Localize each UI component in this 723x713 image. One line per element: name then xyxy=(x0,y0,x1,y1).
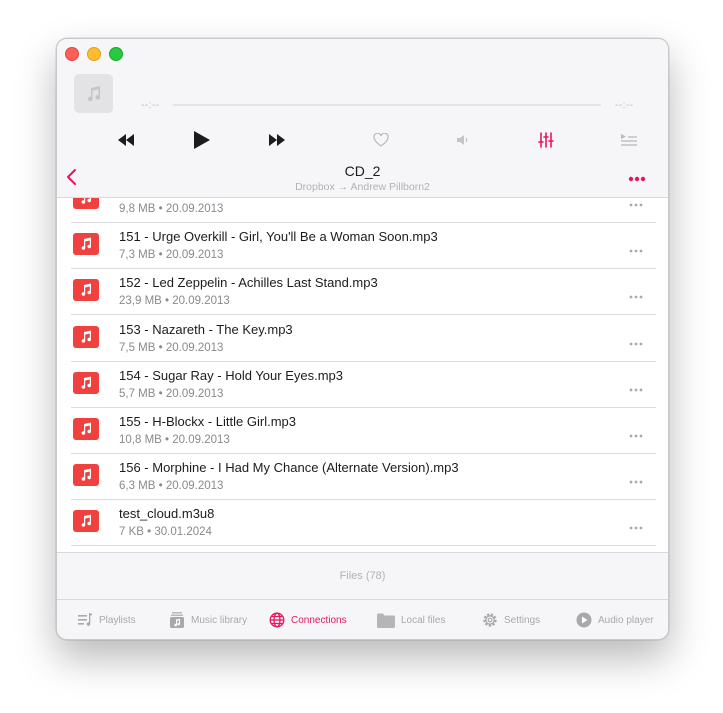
file-row[interactable]: 156 - Morphine - I Had My Chance (Altern… xyxy=(71,453,656,501)
ellipsis-icon xyxy=(629,295,643,299)
player-header: --:-- --:-- CD_2 Dropbox → Andrew Pillbo… xyxy=(57,39,668,198)
file-row[interactable]: 154 - Sugar Ray - Hold Your Eyes.mp3 5,7 … xyxy=(71,361,656,408)
file-name: 152 - Led Zeppelin - Achilles Last Stand… xyxy=(119,275,378,291)
globe-icon xyxy=(269,612,285,628)
folder-title: CD_2 xyxy=(344,163,381,179)
tab-local-files[interactable]: Local files xyxy=(377,611,445,629)
file-more-button[interactable] xyxy=(628,198,644,207)
file-meta: 5,7 MB • 20.09.2013 xyxy=(119,387,224,400)
file-name: test_cloud.m3u8 xyxy=(119,506,215,522)
queue-button[interactable] xyxy=(618,130,638,150)
tab-label: Audio player xyxy=(598,614,654,626)
ellipsis-icon xyxy=(628,176,646,182)
file-name: 155 - H-Blockx - Little Girl.mp3 xyxy=(119,414,296,429)
ellipsis-icon xyxy=(629,434,643,438)
ellipsis-icon xyxy=(629,249,643,253)
time-elapsed: --:-- xyxy=(141,100,160,111)
tab-music-library[interactable]: Music library xyxy=(169,611,247,629)
rewind-icon xyxy=(118,134,134,146)
favorite-button[interactable] xyxy=(372,130,390,150)
file-row[interactable]: 150 - MC Hammer - U Can't Touch This.mp3… xyxy=(71,198,656,223)
tab-label: Connections xyxy=(291,614,347,626)
file-meta: 9,8 MB • 20.09.2013 xyxy=(119,203,224,215)
ellipsis-icon xyxy=(629,388,643,392)
audio-file-icon xyxy=(73,279,99,302)
audio-file-icon xyxy=(73,418,99,440)
tab-label: Music library xyxy=(191,614,248,626)
ellipsis-icon xyxy=(629,342,643,345)
tab-connections[interactable]: Connections xyxy=(269,611,347,629)
file-meta: 7 KB • 30.01.2024 xyxy=(119,526,212,539)
audio-file-icon xyxy=(73,233,99,256)
file-name: 154 - Sugar Ray - Hold Your Eyes.mp3 xyxy=(119,367,344,383)
file-row[interactable]: 151 - Urge Overkill - Girl, You'll Be a … xyxy=(71,222,656,270)
file-meta: 6,3 MB • 20.09.2013 xyxy=(119,480,224,493)
gear-icon xyxy=(482,612,498,628)
files-count-bar: Files (78) xyxy=(57,552,668,600)
file-row[interactable]: 155 - H-Blockx - Little Girl.mp3 10,8 MB … xyxy=(71,407,656,454)
equalizer-button[interactable] xyxy=(536,130,556,150)
file-meta: 7,3 MB • 20.09.2013 xyxy=(119,249,224,262)
play-circle-icon xyxy=(576,612,592,628)
more-options-button[interactable] xyxy=(627,171,647,182)
music-note-icon xyxy=(87,85,100,101)
play-icon xyxy=(194,131,210,149)
file-more-button[interactable] xyxy=(628,334,644,345)
equalizer-icon xyxy=(538,132,554,148)
ellipsis-icon xyxy=(629,203,643,207)
file-meta: 7,5 MB • 20.09.2013 xyxy=(119,341,224,354)
file-more-button[interactable] xyxy=(628,426,644,438)
queue-list-icon xyxy=(620,134,637,146)
tab-playlists[interactable]: Playlists xyxy=(77,611,136,629)
ellipsis-icon xyxy=(629,526,643,530)
rewind-button[interactable] xyxy=(117,130,135,150)
audio-file-icon xyxy=(73,198,99,209)
file-meta: 10,8 MB • 20.09.2013 xyxy=(119,434,230,446)
close-window-button[interactable] xyxy=(65,47,79,61)
playlists-icon xyxy=(77,612,93,628)
file-meta: 23,9 MB • 20.09.2013 xyxy=(119,295,230,308)
file-name: 151 - Urge Overkill - Girl, You'll Be a … xyxy=(119,229,438,245)
file-row[interactable]: test_cloud.m3u8 7 KB • 30.01.2024 xyxy=(71,499,656,547)
tab-audio-player[interactable]: Audio player xyxy=(576,611,654,629)
tab-label: Playlists xyxy=(99,614,136,626)
folder-icon xyxy=(377,613,395,628)
audio-file-icon xyxy=(73,464,99,487)
file-more-button[interactable] xyxy=(628,287,644,299)
minimize-window-button[interactable] xyxy=(87,47,101,61)
tab-bar: Playlists Music library Connections Local f… xyxy=(57,600,668,639)
play-button[interactable] xyxy=(193,130,211,150)
audio-file-icon xyxy=(73,371,99,394)
fast-forward-button[interactable] xyxy=(268,130,286,150)
ellipsis-icon xyxy=(629,480,643,484)
file-name: 156 - Morphine - I Had My Chance (Altern… xyxy=(119,460,459,476)
speaker-icon xyxy=(457,135,468,145)
file-row[interactable]: 152 - Led Zeppelin - Achilles Last Stand… xyxy=(71,268,656,316)
heart-icon xyxy=(373,133,389,147)
tab-label: Settings xyxy=(504,614,541,626)
file-more-button[interactable] xyxy=(628,518,644,530)
music-library-icon xyxy=(169,612,185,628)
audio-file-icon xyxy=(73,325,99,348)
file-row[interactable]: 153 - Nazareth - The Key.mp3 7,5 MB • 20.… xyxy=(71,315,656,362)
file-more-button[interactable] xyxy=(628,472,644,484)
album-artwork xyxy=(74,74,113,113)
tab-label: Local files xyxy=(401,614,446,626)
audio-file-icon xyxy=(73,510,99,533)
time-remaining: --:-- xyxy=(615,100,634,111)
window-controls xyxy=(65,47,123,61)
maximize-window-button[interactable] xyxy=(109,47,123,61)
file-more-button[interactable] xyxy=(628,241,644,253)
fast-forward-icon xyxy=(269,134,285,146)
volume-button[interactable] xyxy=(454,130,472,150)
file-name: 153 - Nazareth - The Key.mp3 xyxy=(119,321,293,337)
file-list[interactable]: 150 - MC Hammer - U Can't Touch This.mp3… xyxy=(57,198,668,552)
folder-path: Dropbox → Andrew Pillborn2 xyxy=(295,181,430,193)
file-more-button[interactable] xyxy=(628,380,644,392)
playback-progress-bar[interactable] xyxy=(173,104,601,106)
app-window: --:-- --:-- CD_2 Dropbox → Andrew Pillbo… xyxy=(56,38,669,640)
files-count-label: Files (78) xyxy=(339,570,386,582)
tab-settings[interactable]: Settings xyxy=(482,611,540,629)
